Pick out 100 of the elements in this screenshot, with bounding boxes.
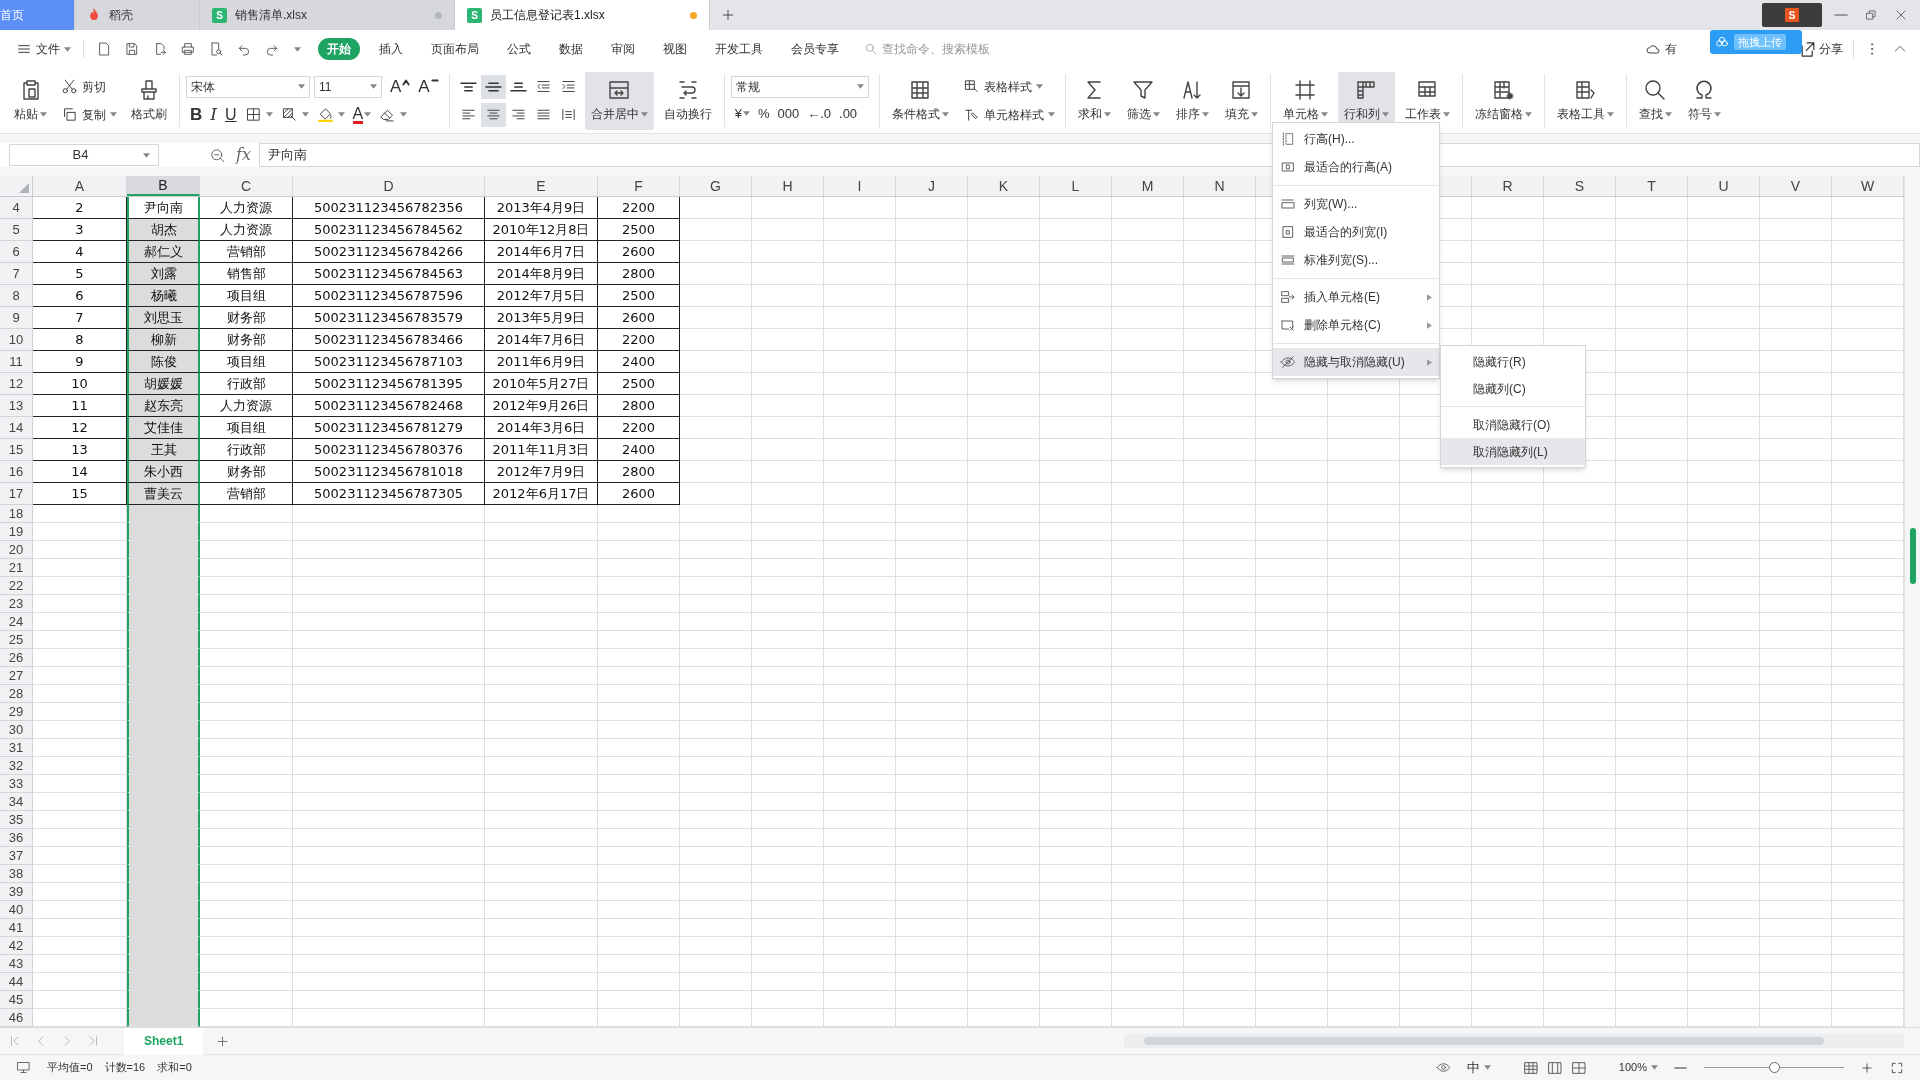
- column-header[interactable]: S: [1544, 176, 1616, 196]
- command-search-field[interactable]: 查找命令、搜索模板: [864, 40, 1032, 58]
- table-cell[interactable]: 财务部: [200, 329, 293, 351]
- table-cell[interactable]: 2013年4月9日: [485, 197, 598, 219]
- table-cell[interactable]: 2400: [598, 351, 680, 373]
- table-grid-button[interactable]: 条件格式: [885, 71, 955, 130]
- row-header[interactable]: 16: [0, 461, 33, 483]
- wrap-text-button[interactable]: 自动换行: [657, 71, 718, 130]
- table-cell[interactable]: 2600: [598, 307, 680, 329]
- table-cell[interactable]: 500231123456780376: [293, 439, 485, 461]
- row-header[interactable]: 11: [0, 351, 33, 373]
- menu-item[interactable]: 取消隐藏列(L): [1441, 438, 1585, 465]
- row-header[interactable]: 35: [0, 811, 33, 829]
- table-cell[interactable]: 刘思玉: [127, 307, 200, 329]
- number-format-dropdown[interactable]: 常规: [730, 75, 869, 98]
- filter-button[interactable]: 筛选: [1120, 71, 1166, 130]
- underline-button[interactable]: U: [221, 102, 241, 127]
- copy-button[interactable]: 复制: [57, 102, 121, 127]
- table-cell[interactable]: 营销部: [200, 483, 293, 505]
- ribbon-tab[interactable]: 公式: [498, 38, 540, 60]
- menu-item[interactable]: 删除单元格(C): [1273, 311, 1439, 339]
- table-cell[interactable]: 2014年3月6日: [485, 417, 598, 439]
- input-mode-button[interactable]: 中: [1466, 1057, 1491, 1078]
- magnifier-button[interactable]: 查找: [1632, 71, 1678, 130]
- table-cell[interactable]: 2200: [598, 417, 680, 439]
- table-cell[interactable]: 销售部: [200, 263, 293, 285]
- table-cell[interactable]: 500231123456783466: [293, 329, 485, 351]
- ribbon-tab[interactable]: 审阅: [602, 38, 644, 60]
- number-format-button[interactable]: 000: [773, 101, 804, 126]
- table-cell[interactable]: 2012年7月5日: [485, 285, 598, 307]
- row-header[interactable]: 27: [0, 667, 33, 685]
- table-cell[interactable]: 12: [33, 417, 127, 439]
- table-cell[interactable]: 王其: [127, 439, 200, 461]
- table-cell[interactable]: 2011年6月9日: [485, 351, 598, 373]
- table-cell[interactable]: 8: [33, 329, 127, 351]
- row-header[interactable]: 4: [0, 197, 33, 219]
- row-header[interactable]: 26: [0, 649, 33, 667]
- table-cell[interactable]: 项目组: [200, 417, 293, 439]
- freeze-panes-button[interactable]: 冻结窗格: [1468, 71, 1538, 130]
- row-header[interactable]: 39: [0, 883, 33, 901]
- menu-item[interactable]: 插入单元格(E): [1273, 283, 1439, 311]
- row-header[interactable]: 18: [0, 505, 33, 523]
- table-cell[interactable]: 2014年7月6日: [485, 329, 598, 351]
- row-header[interactable]: 5: [0, 219, 33, 241]
- column-header[interactable]: H: [752, 176, 824, 196]
- ribbon-tab[interactable]: 开发工具: [706, 38, 772, 60]
- table-cell[interactable]: 胡媛媛: [127, 373, 200, 395]
- table-cell[interactable]: 财务部: [200, 461, 293, 483]
- table-cell[interactable]: 500231123456782356: [293, 197, 485, 219]
- table-cell[interactable]: 2500: [598, 285, 680, 307]
- row-header[interactable]: 19: [0, 523, 33, 541]
- table-cell[interactable]: 2010年5月27日: [485, 373, 598, 395]
- row-header[interactable]: 42: [0, 937, 33, 955]
- font-size-dropdown[interactable]: 11: [314, 75, 382, 98]
- row-header[interactable]: 15: [0, 439, 33, 461]
- table-cell[interactable]: 杨曦: [127, 285, 200, 307]
- table-cell[interactable]: 500231123456787103: [293, 351, 485, 373]
- menu-item[interactable]: 隐藏列(C): [1441, 375, 1585, 402]
- row-header[interactable]: 40: [0, 901, 33, 919]
- table-cell[interactable]: 6: [33, 285, 127, 307]
- ime-toolbar[interactable]: S: [1762, 3, 1822, 27]
- table-cell[interactable]: 500231123456783579: [293, 307, 485, 329]
- menu-item[interactable]: 取消隐藏行(O): [1441, 411, 1585, 438]
- table-cell[interactable]: 2800: [598, 263, 680, 285]
- table-cell[interactable]: 2200: [598, 329, 680, 351]
- row-header[interactable]: 17: [0, 483, 33, 505]
- table-cell[interactable]: 2400: [598, 439, 680, 461]
- row-header[interactable]: 34: [0, 793, 33, 811]
- column-header[interactable]: M: [1112, 176, 1184, 196]
- menu-item[interactable]: 标准列宽(S)...: [1273, 246, 1439, 274]
- row-header[interactable]: 14: [0, 417, 33, 439]
- merge-cells-button[interactable]: 合并居中: [584, 71, 654, 130]
- table-cell[interactable]: 500231123456782468: [293, 395, 485, 417]
- table-cell[interactable]: 10: [33, 373, 127, 395]
- table-cell[interactable]: 15: [33, 483, 127, 505]
- table-cell[interactable]: 2011年11月3日: [485, 439, 598, 461]
- row-header[interactable]: 25: [0, 631, 33, 649]
- table-cell[interactable]: 2500: [598, 373, 680, 395]
- number-format-button[interactable]: %: [753, 101, 774, 126]
- row-header[interactable]: 30: [0, 721, 33, 739]
- row-header[interactable]: 32: [0, 757, 33, 775]
- number-format-button[interactable]: ¥: [730, 101, 754, 126]
- table-cell[interactable]: 2800: [598, 461, 680, 483]
- table-cell[interactable]: 柳新: [127, 329, 200, 351]
- table-cell[interactable]: 人力资源: [200, 197, 293, 219]
- table-cell[interactable]: 行政部: [200, 439, 293, 461]
- row-header[interactable]: 7: [0, 263, 33, 285]
- row-header[interactable]: 8: [0, 285, 33, 307]
- brush-button[interactable]: 格式刷: [125, 71, 173, 130]
- table-cell[interactable]: 陈俊: [127, 351, 200, 373]
- row-header[interactable]: 38: [0, 865, 33, 883]
- column-header[interactable]: R: [1472, 176, 1544, 196]
- row-header[interactable]: 37: [0, 847, 33, 865]
- number-format-button[interactable]: .00: [835, 101, 862, 126]
- ribbon-tab[interactable]: 会员专享: [782, 38, 848, 60]
- clipboard-button[interactable]: 粘贴: [8, 71, 53, 130]
- table-cell[interactable]: 500231123456787596: [293, 285, 485, 307]
- zoom-level-dropdown[interactable]: 100%: [1618, 1059, 1658, 1076]
- row-header[interactable]: 13: [0, 395, 33, 417]
- table-cell[interactable]: 2010年12月8日: [485, 219, 598, 241]
